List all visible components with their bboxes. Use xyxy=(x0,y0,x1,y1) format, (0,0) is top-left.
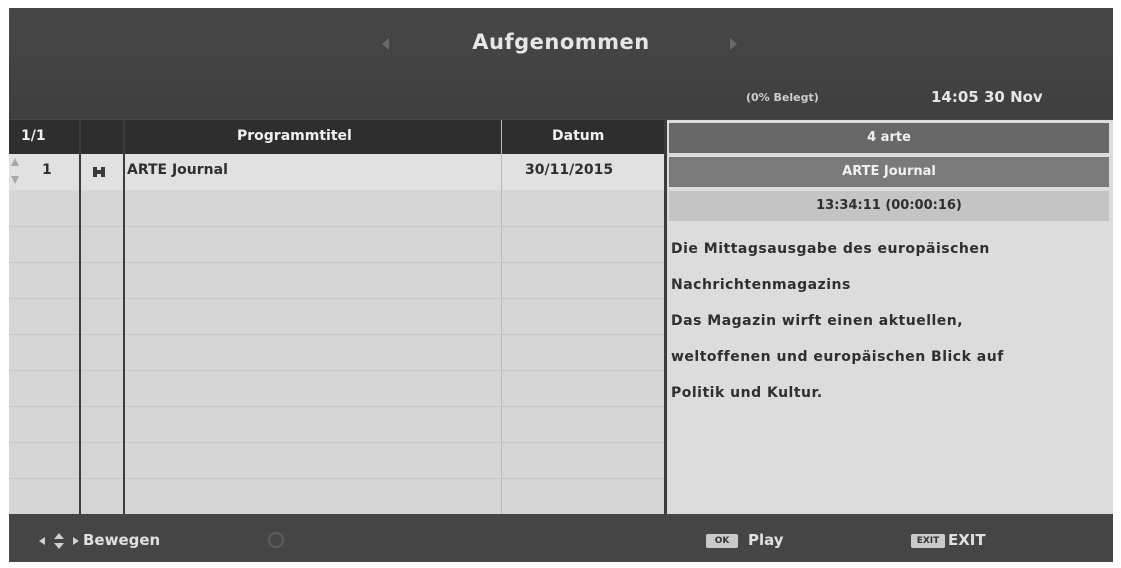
grid-line xyxy=(9,370,664,371)
column-divider xyxy=(79,120,81,514)
navigate-arrows-icon xyxy=(39,533,79,549)
program-time: 13:34:11 (00:00:16) xyxy=(669,191,1109,221)
clock: 14:05 30 Nov xyxy=(931,88,1043,106)
recordings-table: 1/1 Programmtitel Datum 1 ARTE Journal 3… xyxy=(9,120,664,514)
grid-line xyxy=(9,442,664,443)
grid-line xyxy=(9,478,664,479)
exit-button[interactable]: EXIT xyxy=(948,531,986,549)
table-row[interactable]: 1 ARTE Journal 30/11/2015 xyxy=(9,154,664,190)
description-line: weltoffenen und europäischen Blick auf xyxy=(671,349,1004,365)
grid-line xyxy=(9,226,664,227)
column-divider xyxy=(501,120,502,514)
storage-usage: (0% Belegt) xyxy=(746,91,819,104)
arrow-right-icon[interactable] xyxy=(730,38,737,50)
scroll-updown-icon xyxy=(11,158,19,184)
program-title: ARTE Journal xyxy=(669,157,1109,187)
description-line: Politik und Kultur. xyxy=(671,385,823,401)
play-button[interactable]: Play xyxy=(748,531,784,549)
row-date: 30/11/2015 xyxy=(525,162,614,178)
grid-line xyxy=(9,262,664,263)
detail-panel: 4 arte ARTE Journal 13:34:11 (00:00:16) … xyxy=(667,120,1113,514)
exit-key-icon: EXIT xyxy=(911,534,945,548)
table-header: 1/1 Programmtitel Datum xyxy=(9,120,664,154)
header: Aufgenommen (0% Belegt) 14:05 30 Nov xyxy=(9,8,1113,119)
delete-icon xyxy=(268,532,284,548)
page-indicator: 1/1 xyxy=(21,128,46,144)
description-line: Nachrichtenmagazins xyxy=(671,277,851,293)
grid-line xyxy=(9,298,664,299)
grid-line xyxy=(9,406,664,407)
column-divider xyxy=(123,120,125,514)
column-header-date: Datum xyxy=(552,128,605,144)
page-title: Aufgenommen xyxy=(472,30,650,54)
row-number: 1 xyxy=(42,162,52,178)
grid-line xyxy=(9,334,664,335)
move-label: Bewegen xyxy=(83,531,161,549)
row-title: ARTE Journal xyxy=(127,162,228,178)
column-header-title: Programmtitel xyxy=(237,128,352,144)
tv-screen: Aufgenommen (0% Belegt) 14:05 30 Nov 1/1… xyxy=(9,8,1113,562)
description-line: Das Magazin wirft einen aktuellen, xyxy=(671,313,964,329)
recording-icon xyxy=(93,167,105,177)
ok-key-icon: OK xyxy=(706,534,738,548)
channel-name: 4 arte xyxy=(669,123,1109,153)
footer: Bewegen OK Play EXIT EXIT xyxy=(9,514,1113,562)
description-line: Die Mittagsausgabe des europäischen xyxy=(671,241,990,257)
